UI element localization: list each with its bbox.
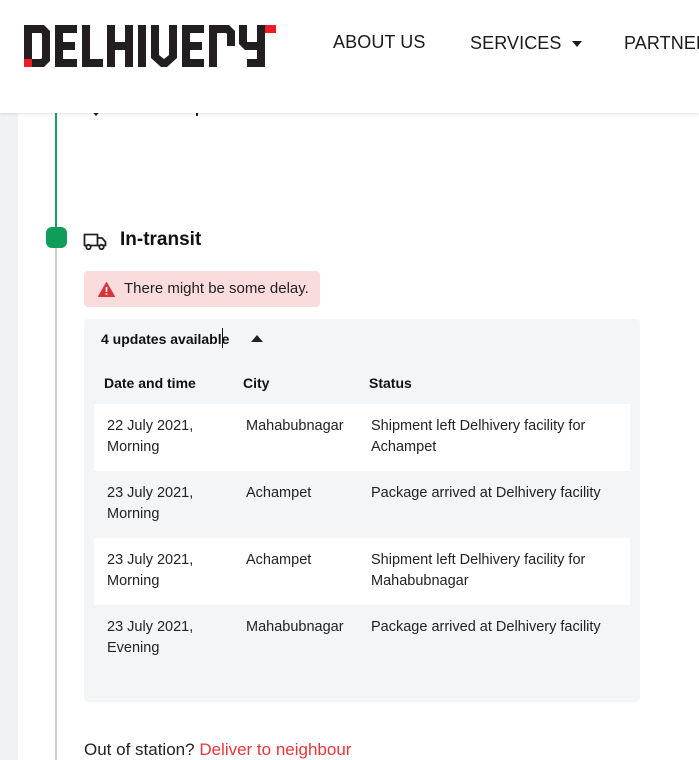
table-row: 22 July 2021, Morning Mahabubnagar Shipm… <box>94 404 630 471</box>
chevron-up-icon[interactable] <box>251 335 263 342</box>
row-city: Achampet <box>246 485 312 501</box>
row-city: Mahabubnagar <box>246 619 344 635</box>
timeline-pending-line <box>55 247 57 760</box>
delay-message: There might be some delay. <box>124 280 309 297</box>
row-date: 22 July 2021, Morning <box>107 418 194 455</box>
nav-about-us[interactable]: ABOUT US <box>333 32 426 53</box>
row-status: Shipment left Delhivery facility for Mah… <box>371 552 586 589</box>
table-row: 23 July 2021, Morning Achampet Shipment … <box>94 538 630 605</box>
column-header-date: Date and time <box>104 375 196 391</box>
warning-icon <box>98 282 115 297</box>
timeline-active-dot <box>46 227 67 248</box>
out-of-station-prompt: Out of station? Deliver to neighbour <box>84 740 351 760</box>
row-city: Achampet <box>246 552 312 568</box>
top-navigation-bar: ABOUT US SERVICES PARTNER <box>0 0 699 113</box>
truck-icon <box>83 233 107 251</box>
row-date: 23 July 2021, Morning <box>107 552 194 589</box>
column-header-status: Status <box>369 375 412 391</box>
row-date: 23 July 2021, Morning <box>107 485 194 522</box>
updates-toggle[interactable]: 4 updates available <box>101 331 229 351</box>
row-status: Package arrived at Delhivery facility <box>371 485 601 501</box>
column-header-city: City <box>243 375 270 391</box>
step-title: In-transit <box>120 229 202 250</box>
delay-warning-banner: There might be some delay. <box>84 271 320 307</box>
text-cursor <box>222 328 223 348</box>
nav-partner[interactable]: PARTNER <box>624 33 699 54</box>
row-status: Package arrived at Delhivery facility <box>371 619 601 635</box>
deliver-to-neighbour-link[interactable]: Deliver to neighbour <box>199 740 351 759</box>
table-row: 23 July 2021, Morning Achampet Package a… <box>94 471 630 538</box>
table-row: 23 July 2021, Evening Mahabubnagar Packa… <box>94 605 630 672</box>
timeline-completed-line <box>55 113 57 237</box>
row-date: 23 July 2021, Evening <box>107 619 194 656</box>
row-city: Mahabubnagar <box>246 418 344 434</box>
chevron-down-icon <box>571 41 582 48</box>
nav-services[interactable]: SERVICES <box>470 33 582 54</box>
delhivery-logo[interactable] <box>24 25 276 67</box>
updates-panel: 4 updates available Date and time City S… <box>84 319 640 702</box>
row-status: Shipment left Delhivery facility for Ach… <box>371 418 586 455</box>
out-of-station-question: Out of station? <box>84 740 195 759</box>
nav-services-label: SERVICES <box>470 33 562 53</box>
